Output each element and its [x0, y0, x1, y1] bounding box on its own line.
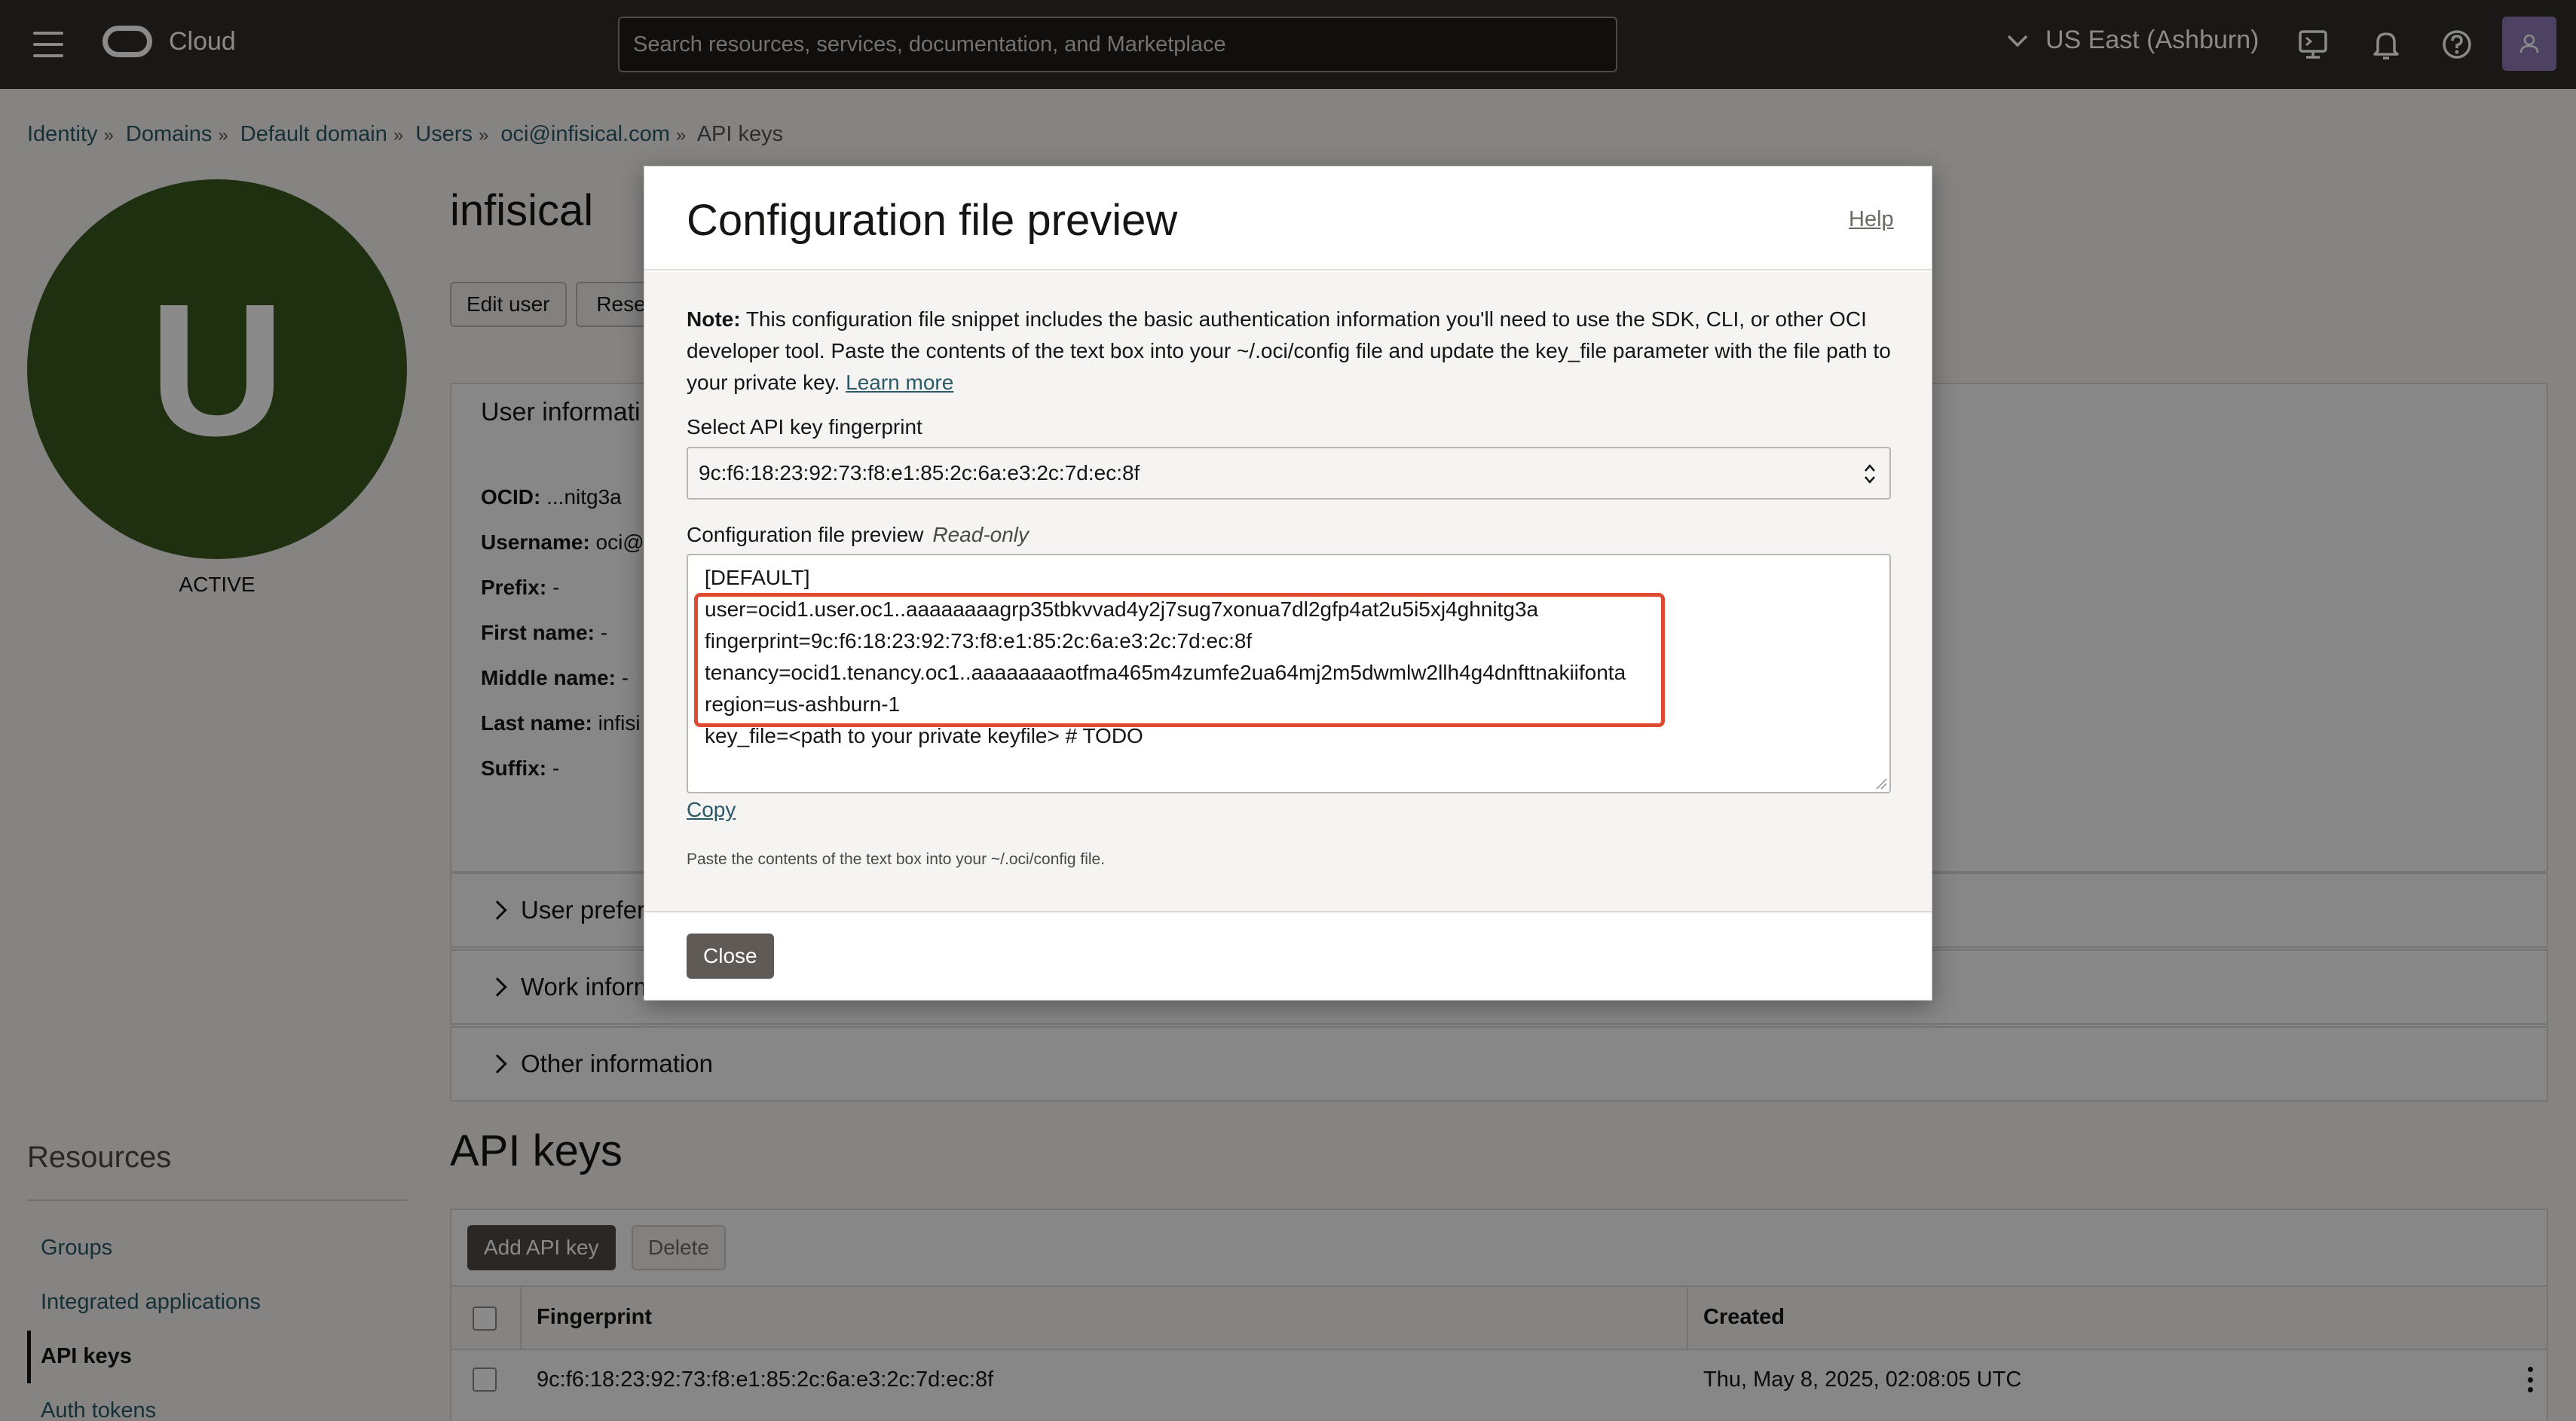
fingerprint-select-label: Select API key fingerprint: [687, 415, 922, 439]
config-line: key_file=<path to your private keyfile> …: [705, 724, 1143, 747]
select-arrows-icon: [1865, 464, 1875, 484]
fingerprint-select[interactable]: 9c:f6:18:23:92:73:f8:e1:85:2c:6a:e3:2c:7…: [687, 447, 1891, 500]
dialog-footer: Close: [644, 911, 1932, 1000]
dialog-note: Note: This configuration file snippet in…: [687, 304, 1892, 399]
config-preview-label-text: Configuration file preview: [687, 523, 924, 546]
select-value: 9c:f6:18:23:92:73:f8:e1:85:2c:6a:e3:2c:7…: [699, 461, 1140, 484]
dialog-header: Configuration file preview Help: [644, 167, 1932, 270]
config-preview-textarea[interactable]: [DEFAULT] user=ocid1.user.oc1..aaaaaaaag…: [687, 554, 1891, 793]
note-label: Note:: [687, 307, 741, 331]
dialog-title: Configuration file preview: [687, 196, 1178, 245]
read-only-tag: Read-only: [932, 523, 1029, 546]
highlight-annotation: [694, 593, 1665, 727]
config-line: [DEFAULT]: [705, 566, 810, 589]
copy-link[interactable]: Copy: [687, 798, 736, 822]
close-button[interactable]: Close: [687, 934, 774, 979]
config-preview-label: Configuration file preview Read-only: [687, 523, 1029, 547]
learn-more-link[interactable]: Learn more: [846, 371, 953, 394]
dialog-body: Note: This configuration file snippet in…: [644, 272, 1932, 911]
configuration-preview-dialog: Configuration file preview Help Note: Th…: [644, 166, 1932, 1001]
help-link[interactable]: Help: [1849, 207, 1894, 232]
copy-hint: Paste the contents of the text box into …: [687, 851, 1106, 868]
resize-grip-icon[interactable]: [1875, 778, 1887, 790]
